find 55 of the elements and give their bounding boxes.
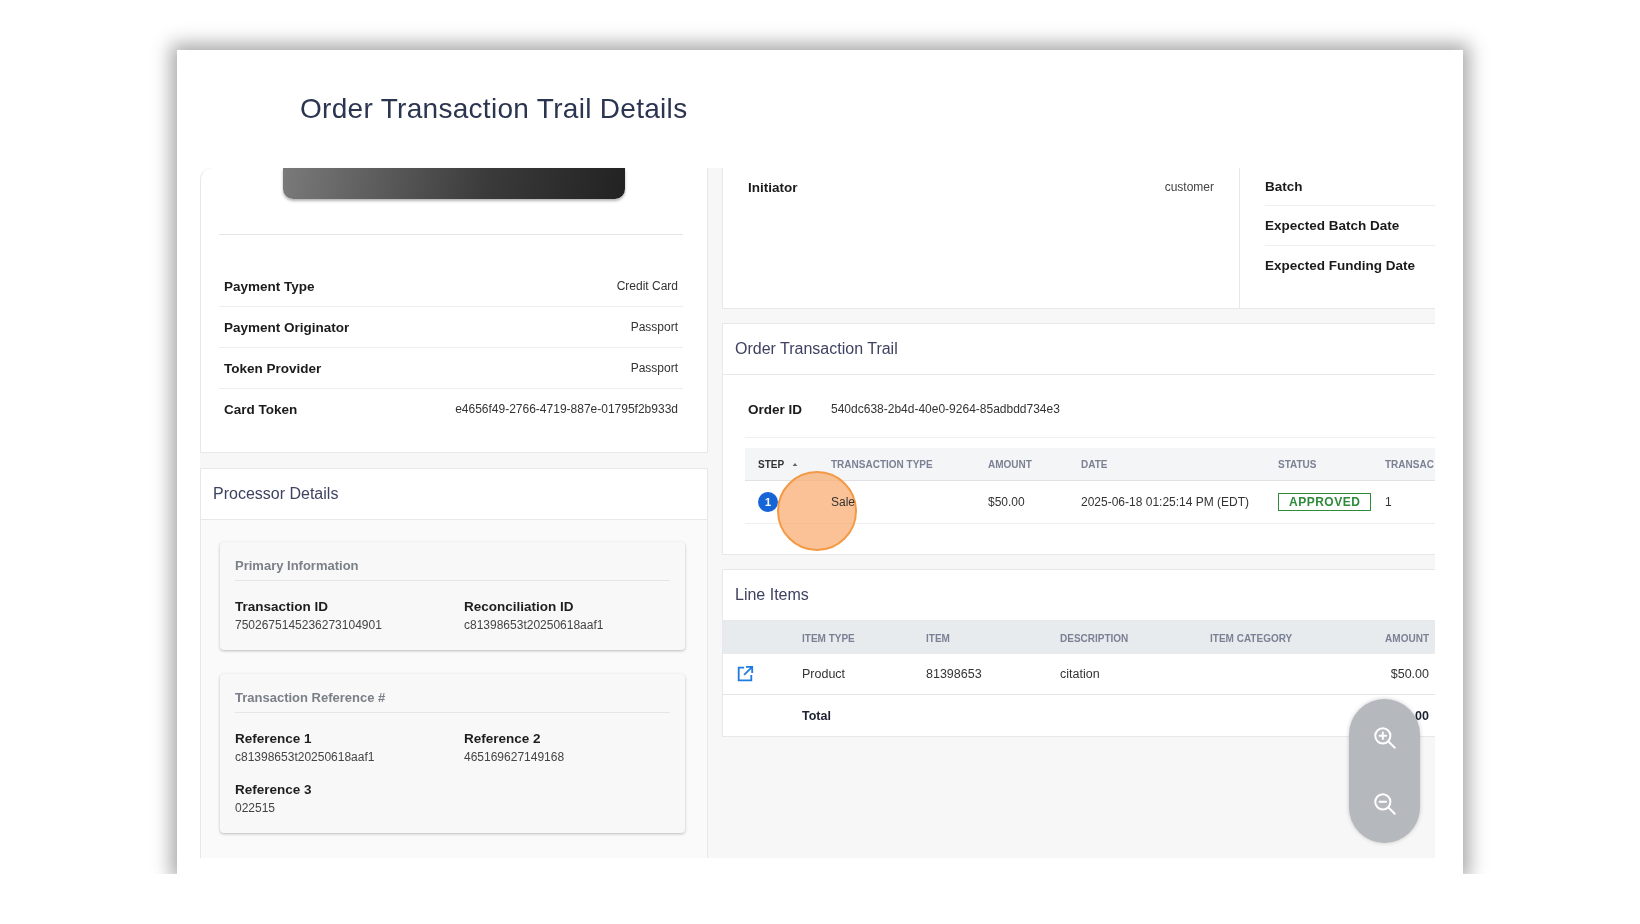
column-header: ITEM TYPE bbox=[802, 632, 855, 644]
column-header[interactable]: STATUS bbox=[1278, 458, 1317, 470]
field-label: Card Token bbox=[224, 401, 298, 417]
field-value: c81398653t20250618aaf1 bbox=[464, 618, 605, 632]
column-header[interactable]: DATE bbox=[1081, 458, 1108, 470]
field-label: Reference 3 bbox=[235, 782, 313, 797]
page-title: Order Transaction Trail Details bbox=[300, 93, 688, 125]
field-label: Expected Batch Date bbox=[1265, 218, 1400, 233]
field-label: Payment Originator bbox=[224, 319, 350, 335]
column-header: DESCRIPTION bbox=[1060, 632, 1129, 644]
column-header: AMOUNT bbox=[1385, 632, 1429, 644]
total-label: Total bbox=[802, 709, 831, 723]
field-value: Passport bbox=[630, 361, 678, 375]
table-cell: $50.00 bbox=[1390, 667, 1429, 681]
field-label: Reference 1 bbox=[235, 731, 313, 746]
field-value: Credit Card bbox=[616, 279, 678, 293]
field-value: c81398653t20250618aaf1 bbox=[235, 750, 376, 764]
field-label: Token Provider bbox=[224, 360, 322, 376]
column-header[interactable]: AMOUNT bbox=[988, 458, 1032, 470]
table-cell: citation bbox=[1060, 667, 1100, 681]
card-title: Transaction Reference # bbox=[235, 690, 670, 713]
field-value: 7502675145236273104901 bbox=[235, 618, 383, 632]
field-value: e4656f49-2766-4719-887e-01795f2b933d bbox=[455, 402, 678, 416]
section-title: Processor Details bbox=[213, 485, 339, 503]
column-header[interactable]: STEP bbox=[758, 458, 785, 470]
field-value: 022515 bbox=[235, 801, 277, 815]
field-label: Payment Type bbox=[224, 278, 315, 294]
field-label: Reference 2 bbox=[464, 731, 542, 746]
table-cell: Product bbox=[802, 667, 846, 681]
step-badge: 1 bbox=[758, 492, 778, 512]
column-header: ITEM bbox=[926, 632, 950, 644]
open-link-icon[interactable] bbox=[736, 665, 754, 683]
field-label: Expected Funding Date bbox=[1265, 258, 1416, 273]
section-title: Line Items bbox=[735, 586, 809, 604]
field-label: Transaction ID bbox=[235, 599, 330, 614]
section-title: Order Transaction Trail bbox=[735, 340, 898, 358]
field-label: Order ID bbox=[748, 401, 802, 417]
field-label: Batch bbox=[1265, 179, 1303, 194]
column-header: ITEM CATEGORY bbox=[1210, 632, 1293, 644]
field-value: 465169627149168 bbox=[464, 750, 566, 764]
card-title: Primary Information bbox=[235, 558, 670, 581]
field-value: Passport bbox=[630, 320, 678, 334]
total-amount: 00 bbox=[1415, 709, 1429, 723]
status-badge: APPROVED bbox=[1278, 493, 1372, 511]
table-cell: Sale bbox=[831, 495, 856, 509]
field-value: 540dc638-2b4d-40e0-9264-85adbdd734e3 bbox=[831, 402, 1060, 416]
table-cell: 2025-06-18 01:25:14 PM (EDT) bbox=[1081, 495, 1250, 509]
field-label: Initiator bbox=[748, 179, 798, 195]
field-value: customer bbox=[1164, 180, 1214, 194]
column-header[interactable]: TRANSAC bbox=[1385, 458, 1434, 470]
table-cell: $50.00 bbox=[988, 495, 1025, 509]
field-label: Reconciliation ID bbox=[464, 599, 575, 614]
table-cell: 1 bbox=[1385, 495, 1392, 509]
column-header[interactable]: TRANSACTION TYPE bbox=[831, 458, 933, 470]
table-cell: 81398653 bbox=[926, 667, 982, 681]
